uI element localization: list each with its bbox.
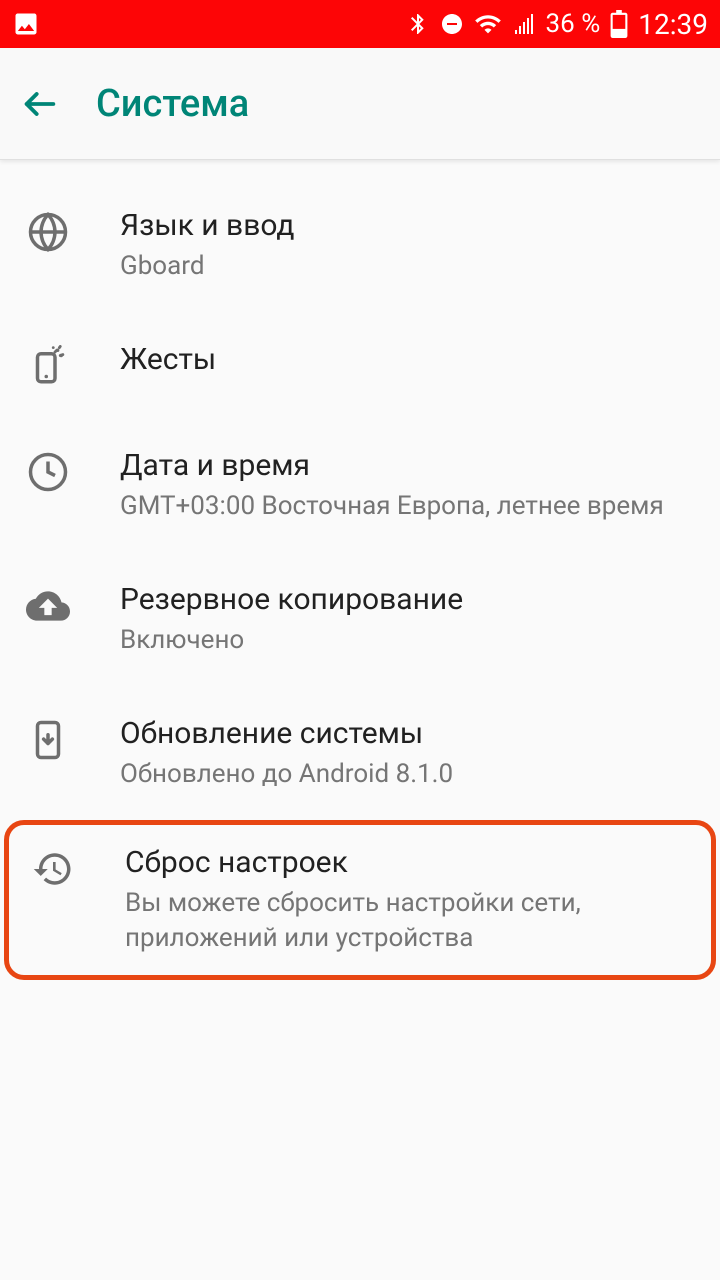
item-title: Резервное копирование — [120, 580, 696, 619]
settings-list: Язык и ввод Gboard Жесты Дата и время GM… — [0, 160, 720, 980]
image-notification-icon — [12, 10, 40, 38]
battery-percent-text: 36 % — [546, 9, 601, 39]
item-gestures[interactable]: Жесты — [0, 312, 720, 418]
do-not-disturb-icon — [440, 12, 464, 36]
item-title: Язык и ввод — [120, 206, 696, 245]
item-title: Жесты — [120, 340, 696, 379]
clock-icon — [24, 448, 72, 496]
item-language-input[interactable]: Язык и ввод Gboard — [0, 178, 720, 312]
item-system-update[interactable]: Обновление системы Обновлено до Android … — [0, 686, 720, 820]
status-bar: 36 % 12:39 — [0, 0, 720, 48]
restore-icon — [29, 845, 77, 893]
item-subtitle: GMT+03:00 Восточная Европа, летнее время — [120, 489, 696, 524]
item-reset[interactable]: Сброс настроек Вы можете сбросить настро… — [4, 820, 716, 979]
wifi-icon — [474, 10, 502, 38]
gesture-icon — [24, 342, 72, 390]
back-button[interactable] — [16, 80, 64, 128]
item-title: Дата и время — [120, 446, 696, 485]
signal-icon — [512, 12, 536, 36]
page-title: Система — [96, 82, 249, 126]
item-subtitle: Включено — [120, 623, 696, 658]
cloud-upload-icon — [24, 582, 72, 630]
battery-icon — [610, 10, 628, 38]
globe-icon — [24, 208, 72, 256]
item-date-time[interactable]: Дата и время GMT+03:00 Восточная Европа,… — [0, 418, 720, 552]
item-subtitle: Вы можете сбросить настройки сети, прило… — [125, 886, 691, 956]
item-subtitle: Обновлено до Android 8.1.0 — [120, 757, 696, 792]
clock-text: 12:39 — [638, 8, 708, 41]
item-title: Обновление системы — [120, 714, 696, 753]
bluetooth-icon — [406, 12, 430, 36]
item-title: Сброс настроек — [125, 843, 691, 882]
system-update-icon — [24, 716, 72, 764]
item-backup[interactable]: Резервное копирование Включено — [0, 552, 720, 686]
app-bar: Система — [0, 48, 720, 160]
item-subtitle: Gboard — [120, 249, 696, 284]
